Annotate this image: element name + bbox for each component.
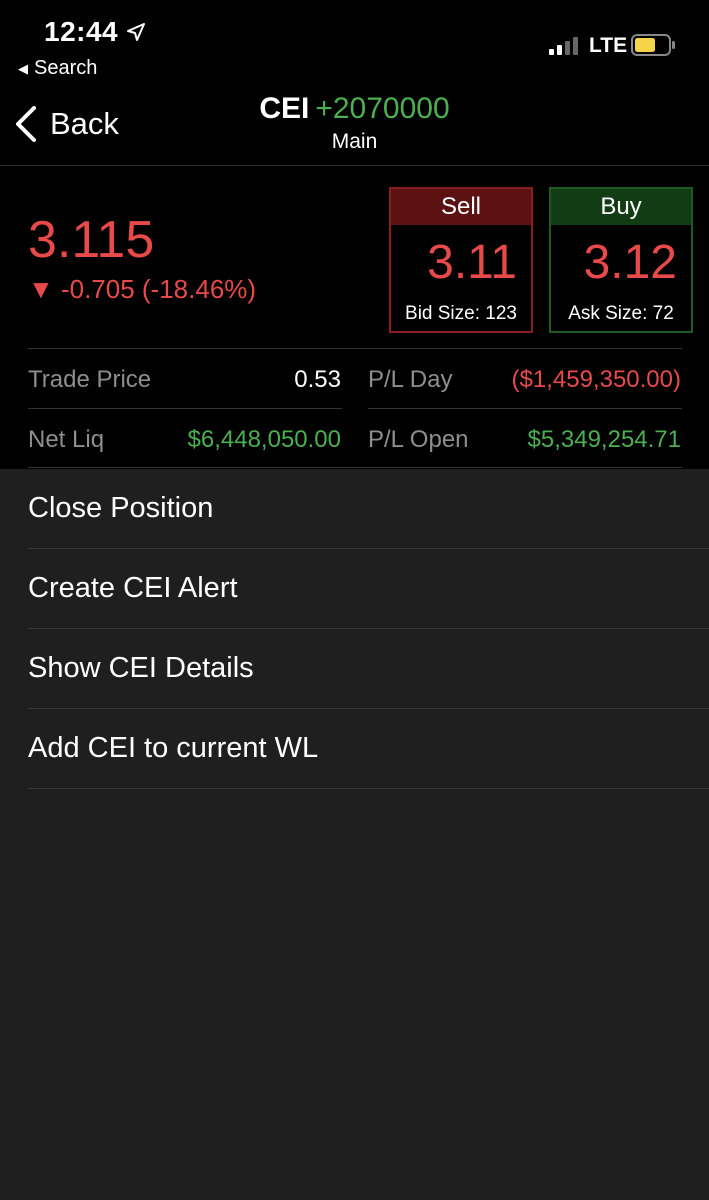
trade-price-value: 0.53 — [294, 366, 341, 393]
location-arrow-icon — [127, 23, 145, 41]
sell-button[interactable]: Sell 3.11 Bid Size: 123 — [389, 187, 533, 333]
menu-item-show-details[interactable]: Show CEI Details — [0, 629, 709, 709]
menu-item-label: Create CEI Alert — [28, 572, 238, 604]
sell-label: Sell — [391, 189, 531, 225]
buy-label: Buy — [551, 189, 691, 225]
menu-item-label: Add CEI to current WL — [28, 732, 319, 764]
trade-price-label: Trade Price — [28, 366, 152, 393]
last-price: 3.115 — [28, 211, 155, 269]
net-liq-label: Net Liq — [28, 426, 105, 453]
account-name: Main — [331, 130, 378, 153]
menu-item-label: Show CEI Details — [28, 652, 254, 684]
position-quantity: +2070000 — [315, 92, 450, 125]
menu-item-add-to-watchlist[interactable]: Add CEI to current WL — [0, 709, 709, 789]
pl-open-label: P/L Open — [368, 426, 469, 453]
stats-divider-left — [28, 408, 342, 409]
bid-size: Bid Size: 123 — [405, 303, 517, 324]
price-change: ▼ -0.705 (-18.46%) — [28, 274, 257, 304]
cell-signal-icon — [549, 37, 578, 55]
stats-divider-bottom — [28, 467, 682, 468]
pl-day-label: P/L Day — [368, 366, 453, 393]
bid-price: 3.11 — [427, 236, 517, 289]
network-type: LTE — [589, 34, 628, 57]
ask-price: 3.12 — [583, 236, 677, 289]
menu-item-close-position[interactable]: Close Position — [0, 469, 709, 549]
stats-divider-right — [368, 408, 682, 409]
buy-button[interactable]: Buy 3.12 Ask Size: 72 — [549, 187, 693, 333]
stats-divider-top — [28, 348, 682, 349]
nav-divider — [0, 165, 709, 166]
back-triangle-icon: ◀ — [18, 60, 28, 76]
back-to-search-link[interactable]: ◀ Search — [18, 57, 97, 80]
menu-separator — [28, 788, 709, 789]
quote-header-panel: 12:44 ◀ Search LTE Back CEI +2070000 Main… — [0, 0, 709, 469]
status-time: 12:44 — [44, 16, 119, 47]
action-menu: Close Position Create CEI Alert Show CEI… — [0, 469, 709, 789]
menu-item-create-alert[interactable]: Create CEI Alert — [0, 549, 709, 629]
nav-title: CEI +2070000 Main — [0, 92, 709, 154]
back-to-search-label: Search — [34, 57, 98, 79]
pl-open-value: $5,349,254.71 — [527, 426, 681, 453]
symbol-title: CEI — [259, 92, 310, 125]
net-liq-value: $6,448,050.00 — [187, 426, 341, 453]
battery-icon — [631, 34, 675, 56]
menu-item-label: Close Position — [28, 492, 214, 524]
ask-size: Ask Size: 72 — [568, 303, 674, 324]
pl-day-value: ($1,459,350.00) — [511, 366, 681, 393]
